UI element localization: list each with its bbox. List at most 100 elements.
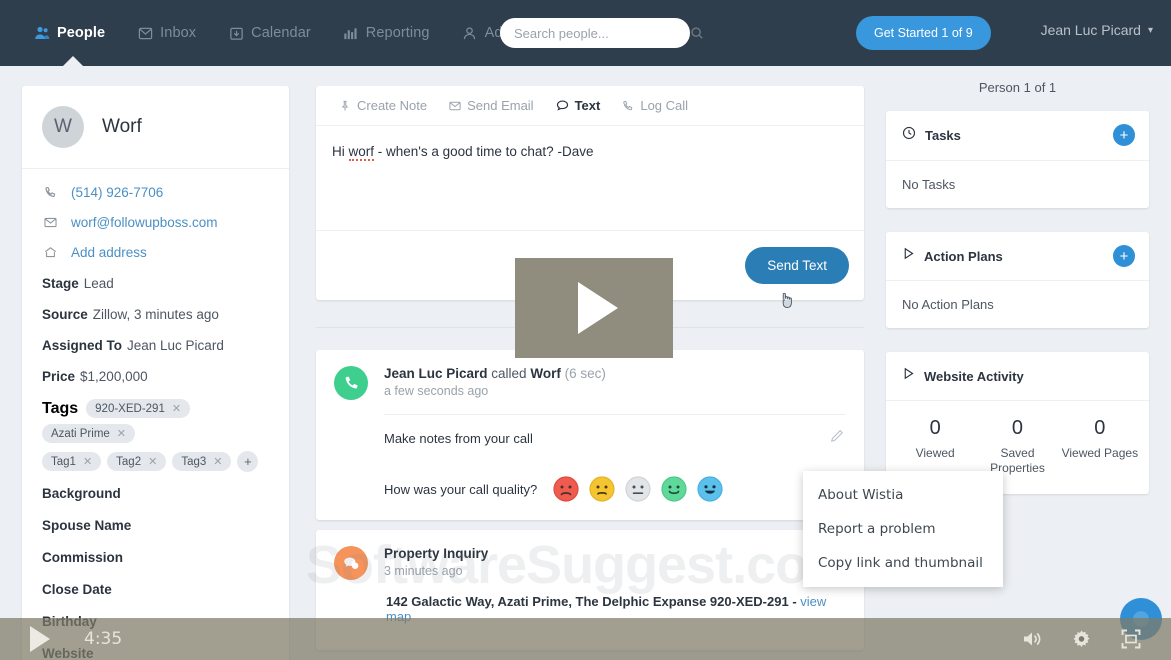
menu-item-copy-link-and-thumbnail[interactable]: Copy link and thumbnail bbox=[803, 546, 1003, 580]
tab-log-call[interactable]: Log Call bbox=[613, 95, 697, 116]
tab-create-note[interactable]: Create Note bbox=[330, 95, 436, 116]
face-rating-3[interactable] bbox=[625, 476, 651, 502]
user-menu[interactable]: Jean Luc Picard ▾ bbox=[1041, 22, 1153, 38]
field-close-date[interactable]: Close Date bbox=[42, 582, 269, 597]
tag-label: 920-XED-291 bbox=[95, 402, 165, 415]
tag-label: Tag1 bbox=[51, 455, 76, 468]
get-started-button[interactable]: Get Started 1 of 9 bbox=[856, 16, 991, 50]
message-misspelled-word: worf bbox=[348, 144, 375, 161]
tasks-card-title: Tasks bbox=[925, 128, 961, 143]
search-box[interactable] bbox=[500, 18, 703, 48]
close-icon[interactable]: ✕ bbox=[83, 455, 92, 468]
tab-label: Send Email bbox=[467, 98, 534, 113]
field-background[interactable]: Background bbox=[42, 486, 269, 501]
add-action-plan-button[interactable]: + bbox=[1113, 245, 1135, 267]
action-plans-card-header: Action Plans + bbox=[886, 232, 1149, 281]
nav-item-reporting[interactable]: Reporting bbox=[327, 0, 446, 66]
message-suffix: - when's a good time to chat? -Dave bbox=[374, 144, 594, 159]
tab-send-email[interactable]: Send Email bbox=[440, 95, 542, 116]
field-value[interactable]: Zillow, 3 minutes ago bbox=[93, 307, 219, 322]
stat-value: 0 bbox=[1094, 417, 1106, 439]
field-value[interactable]: Lead bbox=[84, 276, 114, 291]
composer-tabs: Create Note Send Email Text Log Call bbox=[316, 86, 864, 126]
field-spouse-name[interactable]: Spouse Name bbox=[42, 518, 269, 533]
calendar-icon bbox=[228, 25, 244, 41]
fullscreen-icon[interactable] bbox=[1119, 627, 1143, 651]
field-commission[interactable]: Commission bbox=[42, 550, 269, 565]
field-value[interactable]: Jean Luc Picard bbox=[127, 338, 224, 353]
call-quality-question: How was your call quality? bbox=[384, 481, 538, 497]
phone-circle-icon bbox=[334, 366, 368, 400]
play-icon[interactable] bbox=[30, 626, 50, 652]
timeline-entry-content: Jean Luc Picard called Worf (6 sec) a fe… bbox=[384, 366, 846, 502]
top-navigation-bar: People Inbox Calendar Reporting Search p… bbox=[0, 0, 1171, 67]
phone-row: (514) 926-7706 bbox=[42, 185, 269, 200]
person-header: W Worf bbox=[22, 86, 289, 169]
tags-row-2: Tag1 ✕ Tag2 ✕ Tag3 ✕ + bbox=[42, 451, 269, 472]
add-task-button[interactable]: + bbox=[1113, 124, 1135, 146]
close-icon[interactable]: ✕ bbox=[172, 402, 181, 415]
call-quality-row: How was your call quality? bbox=[384, 476, 846, 502]
face-rating-5[interactable] bbox=[697, 476, 723, 502]
email-link[interactable]: worf@followupboss.com bbox=[71, 215, 218, 230]
video-play-overlay[interactable] bbox=[515, 258, 673, 358]
timeline-entry-call: Jean Luc Picard called Worf (6 sec) a fe… bbox=[316, 350, 864, 520]
tag-label: Tag3 bbox=[181, 455, 207, 468]
search-input[interactable] bbox=[514, 25, 690, 41]
inquiry-address: 142 Galactic Way, Azati Prime, The Delph… bbox=[386, 594, 789, 609]
close-icon[interactable]: ✕ bbox=[117, 427, 126, 440]
add-address-link[interactable]: Add address bbox=[71, 245, 147, 260]
tag-chip[interactable]: Tag2 ✕ bbox=[107, 452, 167, 471]
inbox-icon bbox=[137, 25, 153, 41]
send-text-button[interactable]: Send Text bbox=[745, 247, 849, 284]
stat-viewed-pages: 0 Viewed Pages bbox=[1059, 417, 1141, 476]
tag-chip[interactable]: 920-XED-291 ✕ bbox=[86, 399, 191, 418]
close-icon[interactable]: ✕ bbox=[213, 455, 222, 468]
nav-item-calendar[interactable]: Calendar bbox=[212, 0, 327, 66]
tag-label: Tag2 bbox=[116, 455, 142, 468]
user-menu-label: Jean Luc Picard bbox=[1040, 22, 1141, 38]
active-tab-pointer bbox=[62, 56, 84, 67]
nav-item-inbox[interactable]: Inbox bbox=[121, 0, 212, 66]
face-rating-4[interactable] bbox=[661, 476, 687, 502]
action-plans-card: Action Plans + No Action Plans bbox=[886, 232, 1149, 328]
address-row: Add address bbox=[42, 245, 269, 260]
tab-text[interactable]: Text bbox=[547, 95, 610, 116]
field-price: Price $1,200,000 bbox=[42, 368, 269, 386]
close-icon[interactable]: ✕ bbox=[148, 455, 157, 468]
inquiry-timestamp: 3 minutes ago bbox=[384, 564, 463, 578]
field-stage: Stage Lead bbox=[42, 275, 269, 293]
mouse-cursor bbox=[779, 291, 795, 309]
nav-item-people[interactable]: People bbox=[18, 0, 121, 67]
volume-icon[interactable] bbox=[1020, 627, 1044, 651]
tag-chip[interactable]: Tag1 ✕ bbox=[42, 452, 102, 471]
message-textarea[interactable]: Hi worf - when's a good time to chat? -D… bbox=[316, 126, 864, 230]
field-label: Assigned To bbox=[42, 338, 123, 353]
menu-item-report-a-problem[interactable]: Report a problem bbox=[803, 512, 1003, 546]
timeline-entry-row: Jean Luc Picard called Worf (6 sec) a fe… bbox=[334, 366, 846, 502]
avatar: W bbox=[42, 106, 84, 148]
call-note-field[interactable]: Make notes from your call bbox=[384, 415, 846, 446]
menu-item-about-wistia[interactable]: About Wistia bbox=[803, 478, 1003, 512]
edit-pencil-icon[interactable] bbox=[830, 429, 844, 446]
message-prefix: Hi bbox=[332, 144, 349, 159]
phone-link[interactable]: (514) 926-7706 bbox=[71, 185, 163, 200]
phone-icon bbox=[622, 100, 634, 112]
tag-chip[interactable]: Tag3 ✕ bbox=[172, 452, 232, 471]
field-value[interactable]: $1,200,000 bbox=[80, 369, 148, 384]
face-rating-1[interactable] bbox=[553, 476, 579, 502]
tag-label: Azati Prime bbox=[51, 427, 110, 440]
tasks-empty-state: No Tasks bbox=[902, 177, 956, 192]
field-source: Source Zillow, 3 minutes ago bbox=[42, 306, 269, 324]
gear-icon[interactable] bbox=[1070, 628, 1093, 651]
face-rating-2[interactable] bbox=[589, 476, 615, 502]
call-target: Worf bbox=[530, 366, 561, 381]
tag-chip[interactable]: Azati Prime ✕ bbox=[42, 424, 136, 443]
wistia-context-menu: About Wistia Report a problem Copy link … bbox=[803, 471, 1003, 587]
envelope-icon bbox=[42, 216, 58, 229]
inquiry-circle-icon bbox=[334, 546, 368, 580]
tab-label: Create Note bbox=[357, 98, 428, 113]
nav-item-label: Inbox bbox=[160, 25, 197, 41]
add-tag-button[interactable]: + bbox=[237, 451, 259, 472]
tab-label: Log Call bbox=[640, 98, 689, 113]
